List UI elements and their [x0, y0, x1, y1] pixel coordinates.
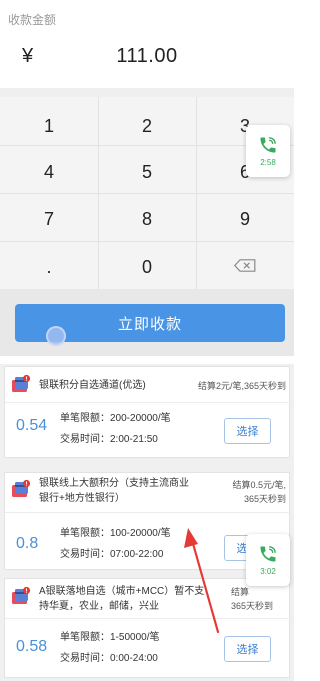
- key-1[interactable]: 1: [0, 102, 98, 150]
- key-0[interactable]: 0: [98, 243, 196, 291]
- key-2[interactable]: 2: [98, 102, 196, 150]
- phone-icon: [260, 546, 276, 562]
- call-duration: 3:02: [260, 567, 276, 576]
- floating-call-widget[interactable]: 3:02: [246, 534, 290, 586]
- arrow-icon: [184, 528, 220, 634]
- key-8[interactable]: 8: [98, 195, 196, 243]
- floating-call-widget[interactable]: 2:58: [246, 125, 290, 177]
- key-4[interactable]: 4: [0, 148, 98, 196]
- key-9[interactable]: 9: [196, 195, 294, 243]
- phone-icon: [260, 137, 276, 153]
- payment-screen: 收款金额 ¥ 111.00 1 2 3 4 5 6 7 8 9 . 0 立即收款: [0, 0, 294, 356]
- channel-list: 银联积分自选通道(优选) 结算2元/笔,365天秒到 0.54 单笔限额：200…: [0, 364, 294, 681]
- backspace-icon: [234, 258, 256, 272]
- call-duration: 2:58: [260, 158, 276, 167]
- pay-bar: 立即收款: [0, 289, 294, 356]
- amount-label: 收款金额: [8, 13, 57, 27]
- key-7[interactable]: 7: [0, 195, 98, 243]
- backspace-button[interactable]: [196, 241, 294, 289]
- key-5[interactable]: 5: [98, 148, 196, 196]
- divider: [0, 88, 294, 97]
- amount-display: 111.00: [116, 45, 178, 67]
- touch-indicator: [46, 326, 66, 346]
- separator: [0, 356, 294, 364]
- key-decimal[interactable]: .: [0, 243, 98, 291]
